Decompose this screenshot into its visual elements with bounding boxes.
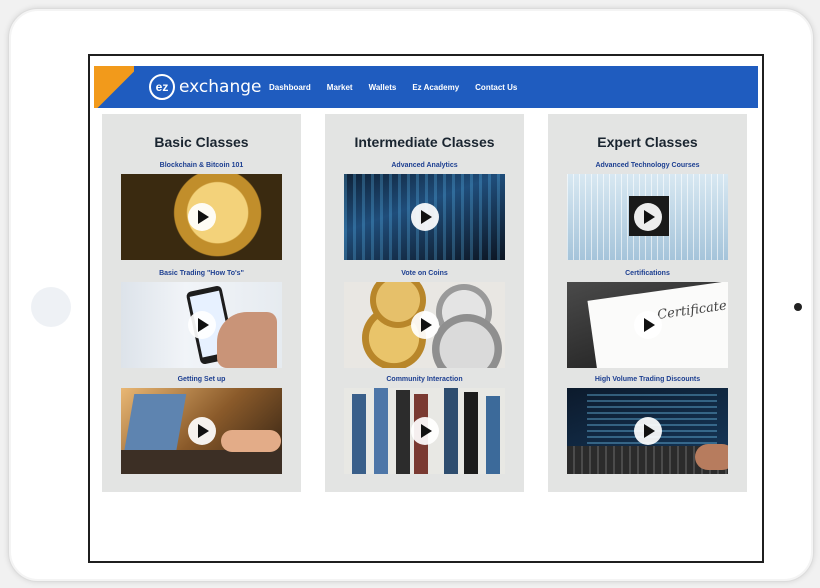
play-icon[interactable] <box>187 203 216 231</box>
nav-dashboard[interactable]: Dashboard <box>269 83 311 92</box>
column-title: Basic Classes <box>154 134 249 150</box>
play-icon[interactable] <box>633 417 662 445</box>
video-thumb-advanced-technology[interactable] <box>567 174 728 260</box>
play-icon[interactable] <box>410 203 439 231</box>
column-basic-classes: Basic Classes Blockchain & Bitcoin 101 B… <box>102 114 301 492</box>
nav-wallets[interactable]: Wallets <box>369 83 397 92</box>
navbar-accent <box>94 66 134 108</box>
column-expert-classes: Expert Classes Advanced Technology Cours… <box>548 114 747 492</box>
video-thumb-certifications[interactable]: Certificate of <box>567 282 728 368</box>
course-title: Certifications <box>625 270 670 277</box>
play-icon[interactable] <box>633 311 662 339</box>
play-icon[interactable] <box>187 311 216 339</box>
nav-ez-academy[interactable]: Ez Academy <box>412 83 459 92</box>
video-thumb-vote-on-coins[interactable] <box>344 282 505 368</box>
logo-badge: ez <box>149 74 175 100</box>
course-title: Community Interaction <box>386 376 463 383</box>
video-thumb-advanced-analytics[interactable] <box>344 174 505 260</box>
play-icon[interactable] <box>410 311 439 339</box>
video-thumb-basic-trading[interactable] <box>121 282 282 368</box>
camera-dot <box>794 303 802 311</box>
course-title: High Volume Trading Discounts <box>594 376 701 383</box>
nav-contact-us[interactable]: Contact Us <box>475 83 517 92</box>
video-thumb-high-volume-trading[interactable] <box>567 388 728 474</box>
play-icon[interactable] <box>633 203 662 231</box>
course-title: Blockchain & Bitcoin 101 <box>159 162 244 169</box>
column-intermediate-classes: Intermediate Classes Advanced Analytics … <box>325 114 524 492</box>
logo-text: exchange <box>179 77 262 97</box>
course-title: Vote on Coins <box>401 270 448 277</box>
nav-market[interactable]: Market <box>327 83 353 92</box>
top-navbar: ez exchange Dashboard Market Wallets Ez … <box>94 66 758 108</box>
nav-links: Dashboard Market Wallets Ez Academy Cont… <box>269 66 533 108</box>
column-title: Expert Classes <box>597 134 698 150</box>
video-thumb-community-interaction[interactable] <box>344 388 505 474</box>
course-title: Getting Set up <box>177 376 226 383</box>
course-title: Advanced Analytics <box>391 162 458 169</box>
app-screen: ez exchange Dashboard Market Wallets Ez … <box>88 54 764 563</box>
play-icon[interactable] <box>187 417 216 445</box>
column-title: Intermediate Classes <box>354 134 495 150</box>
video-thumb-getting-set-up[interactable] <box>121 388 282 474</box>
course-title: Basic Trading "How To's" <box>159 270 244 277</box>
brand-logo[interactable]: ez exchange <box>149 74 262 100</box>
class-columns: Basic Classes Blockchain & Bitcoin 101 B… <box>102 114 752 496</box>
course-title: Advanced Technology Courses <box>595 162 700 169</box>
tablet-frame: ez exchange Dashboard Market Wallets Ez … <box>8 8 814 582</box>
video-thumb-blockchain[interactable] <box>121 174 282 260</box>
play-icon[interactable] <box>410 417 439 445</box>
home-button <box>31 287 71 327</box>
